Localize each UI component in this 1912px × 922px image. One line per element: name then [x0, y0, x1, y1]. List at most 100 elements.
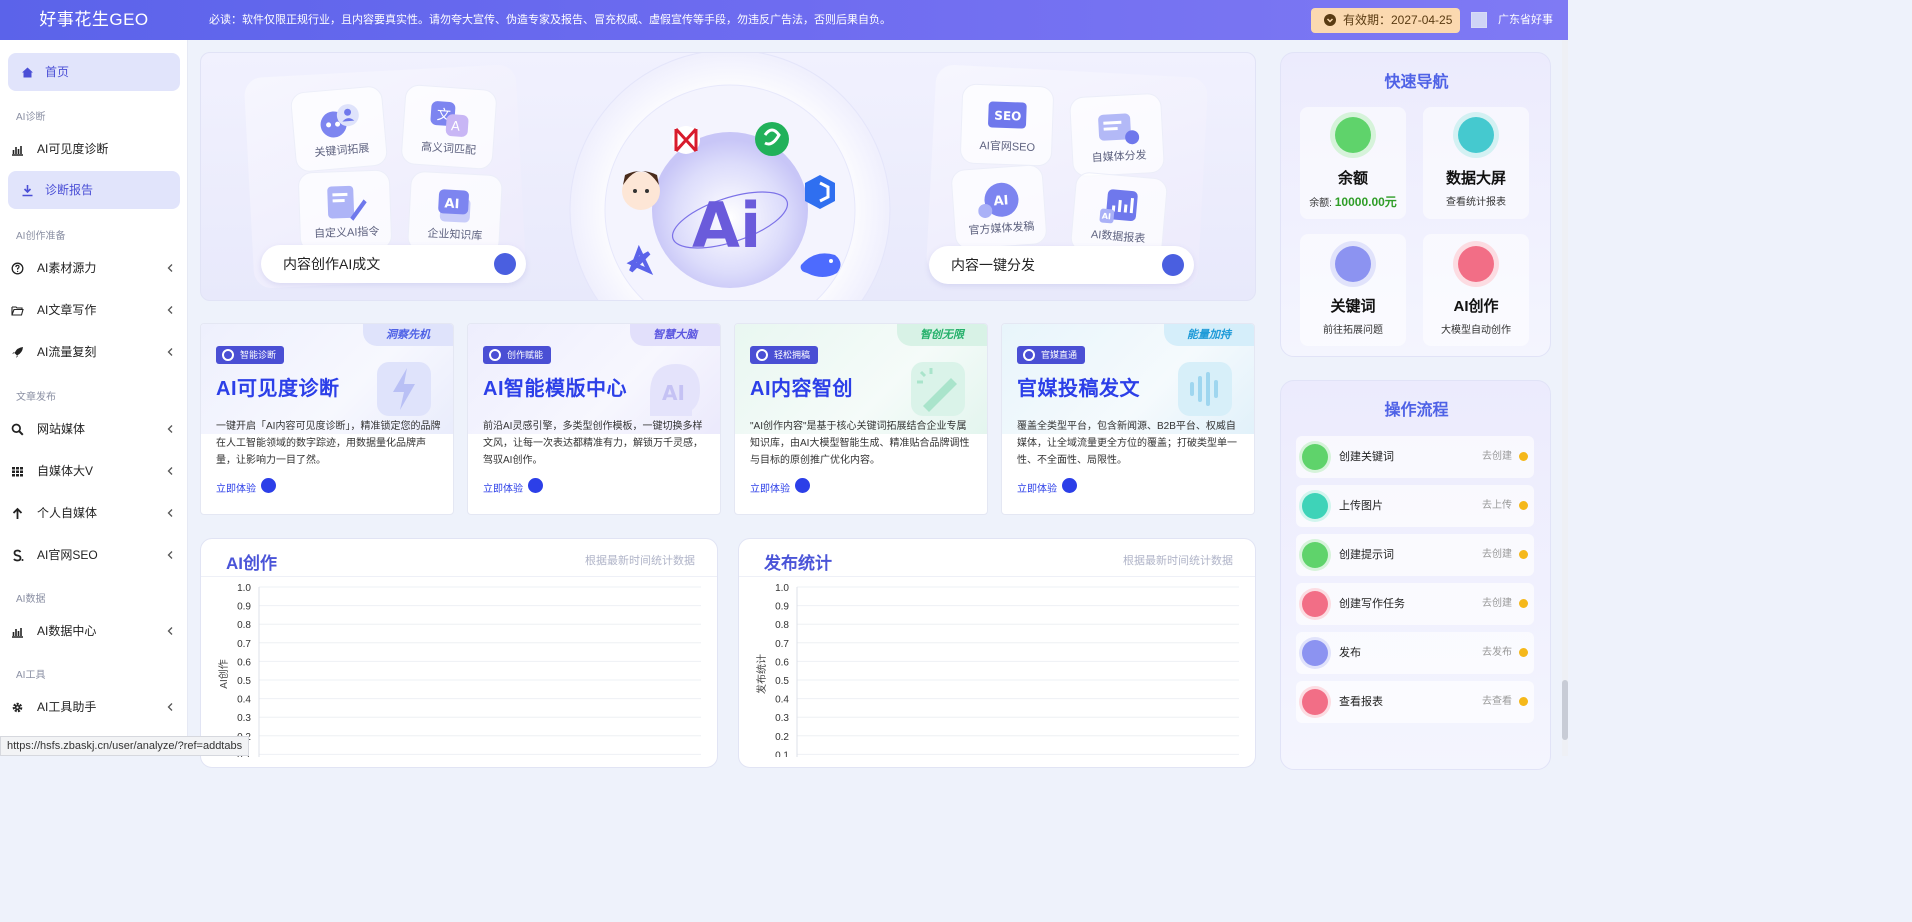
step-action[interactable]: 去创建: [1482, 534, 1512, 576]
quick-nav-ai-creation[interactable]: AI创作 大模型自动创作: [1423, 234, 1529, 346]
workflow-step-upload-image[interactable]: 上传图片 去上传: [1296, 485, 1534, 527]
sidebar-item-traffic[interactable]: AI流量复刻: [0, 333, 188, 371]
validity-text: 有效期：2027-04-25: [1343, 13, 1453, 27]
sidebar-item-self-media-v[interactable]: 自媒体大V: [0, 452, 188, 490]
sidebar-item-personal-media[interactable]: 个人自媒体: [0, 494, 188, 532]
chevron-left-icon: [167, 264, 173, 272]
sidebar-item-label: 网站媒体: [37, 422, 86, 436]
page-scrollbar[interactable]: [1562, 40, 1568, 756]
card-tag: 官媒直通: [1017, 346, 1086, 364]
sidebar-item-home[interactable]: 首页: [8, 53, 180, 91]
quick-nav-item-title: 数据大屏: [1445, 170, 1506, 187]
chart-y-tick-label: 0.4: [237, 695, 251, 706]
cloud-icon: [1335, 246, 1371, 282]
translate-icon: 文A: [430, 101, 469, 137]
tile-official-seo[interactable]: SEO AI官网SEO: [959, 83, 1055, 167]
card-try-link[interactable]: 立即体验: [216, 478, 276, 495]
sidebar-item-material[interactable]: AI素材源力: [0, 249, 188, 287]
sidebar-item-label: AI数据中心: [37, 624, 97, 638]
card-try-link[interactable]: 立即体验: [483, 478, 543, 495]
step-action[interactable]: 去上传: [1482, 485, 1512, 527]
sidebar-item-label: AI工具助手: [37, 700, 97, 714]
chart-subtitle: 根据最新时间统计数据: [1123, 555, 1233, 567]
tile-label: 自定义AI指令: [313, 225, 380, 241]
sidebar-item-site-media[interactable]: 网站媒体: [0, 410, 188, 448]
workflow-step-create-keyword[interactable]: 创建关键词 去创建: [1296, 436, 1534, 478]
tile-keyword-expand[interactable]: 关键词拓展: [289, 85, 389, 173]
sidebar-item-report[interactable]: 诊断报告: [8, 171, 180, 209]
gear-icon: [12, 702, 23, 713]
quick-nav-item-sub: 查看统计报表: [1446, 197, 1506, 208]
sidebar-item-data-center[interactable]: AI数据中心: [0, 612, 188, 650]
refresh-icon: [1023, 349, 1035, 361]
step-action[interactable]: 去发布: [1482, 632, 1512, 674]
step-label: 创建提示词: [1339, 549, 1394, 561]
feature-card-official-media[interactable]: 能量加持 官媒直通 官媒投稿发文 覆盖全类型平台，包含新闻源、B2B平台、权威自…: [1001, 323, 1255, 515]
tile-official-media-release[interactable]: AI 官方媒体发稿: [950, 163, 1048, 251]
quick-nav-data-screen[interactable]: 数据大屏 查看统计报表: [1423, 107, 1529, 219]
sidebar-item-label: 诊断报告: [45, 183, 94, 197]
sidebar-item-label: 自媒体大V: [37, 464, 94, 478]
document-icon: [1335, 117, 1371, 153]
sidebar-item-label: AI可见度诊断: [37, 142, 109, 156]
chart-plot: 1.0 0.9 0.8 0.7 0.6 0.5 0.4 0.3 0.2 0.1 发布统计: [755, 583, 1239, 757]
chart-panel-ai-creation: AI创作 根据最新时间统计数据 1.0 0.9 0.8 0.7 0.6 0.5 0.4 0.3…: [200, 538, 718, 768]
refresh-icon: [489, 349, 501, 361]
sidebar-item-seo[interactable]: AI官网SEO: [0, 536, 188, 574]
card-tag: 创作赋能: [483, 346, 552, 364]
sidebar-item-article[interactable]: AI文章写作: [0, 291, 188, 329]
chart-y-tick-label: 0.1: [775, 750, 789, 757]
chart-plot: 1.00.90.80.70.60.50.40.30.20.1AI创作: [217, 583, 701, 757]
chart-y-axis-label: AI创作: [217, 659, 230, 688]
tile-synonym-match[interactable]: 文A 高义词匹配: [400, 83, 498, 171]
step-dot-icon: [1519, 697, 1528, 706]
tile-label: AI官网SEO: [979, 140, 1036, 154]
chart-y-tick-label: 0.9: [775, 602, 789, 613]
model-logo-network-icon: [672, 126, 700, 154]
card-try-link[interactable]: 立即体验: [1017, 478, 1077, 495]
feature-card-content-creation[interactable]: 智创无限 轻松拥稿 AI内容智创 "AI创作内容"是基于核心关键词拓展结合企业专…: [734, 323, 988, 515]
svg-text:A: A: [451, 119, 461, 135]
one-click-distribution-pill[interactable]: 内容一键分发: [929, 246, 1194, 284]
card-description: "AI创作内容"是基于核心关键词拓展结合企业专属知识库，由AI大模型智能生成、精…: [750, 421, 970, 466]
content-creation-pill[interactable]: 内容创作AI成文: [261, 245, 526, 283]
workflow-step-publish[interactable]: 发布 去发布: [1296, 632, 1534, 674]
tile-custom-ai-prompt[interactable]: 自定义AI指令: [297, 169, 393, 253]
scrollbar-thumb[interactable]: [1562, 680, 1568, 740]
step-label: 创建写作任务: [1339, 598, 1405, 610]
refresh-icon: [756, 349, 768, 361]
user-name[interactable]: 广东省好事: [1498, 0, 1553, 40]
workflow-step-view-report[interactable]: 查看报表 去查看: [1296, 681, 1534, 723]
sidebar-item-visibility[interactable]: AI可见度诊断: [0, 130, 188, 168]
cloud-icon: [1302, 640, 1328, 666]
chart-y-tick-label: 0.2: [775, 732, 789, 743]
card-tag: 智能诊断: [216, 346, 285, 364]
step-action[interactable]: 去查看: [1482, 681, 1512, 723]
seo-badge-text: SEO: [994, 109, 1022, 124]
sidebar-item-label: AI文章写作: [37, 303, 97, 317]
quick-nav-balance[interactable]: 余额 余额: 10000.00元: [1300, 107, 1406, 219]
tile-label: 关键词拓展: [313, 142, 370, 160]
step-action[interactable]: 去创建: [1482, 436, 1512, 478]
workflow-step-create-prompt[interactable]: 创建提示词 去创建: [1296, 534, 1534, 576]
app-logo[interactable]: 好事花生GEO: [0, 0, 188, 40]
report-chart-icon: AI: [1099, 189, 1138, 224]
feature-card-visibility[interactable]: 洞察先机 智能诊断 AI可见度诊断 一键开启「AI内容可见度诊断」，精准锁定您的…: [200, 323, 454, 515]
basket-icon: [1458, 246, 1494, 282]
user-avatar[interactable]: [1471, 12, 1487, 28]
sidebar-item-tool-helper[interactable]: AI工具助手: [0, 688, 188, 726]
feature-card-template-center[interactable]: 智慧大脑 AI 创作赋能 AI智能模版中心 前沿AI灵感引擎，多类型创作模板，一…: [467, 323, 721, 515]
step-dot-icon: [1519, 501, 1528, 510]
basket-icon: [1302, 689, 1328, 715]
quick-nav-keyword[interactable]: 关键词 前往拓展问题: [1300, 234, 1406, 346]
doc-edit-icon: [1302, 591, 1328, 617]
folder-open-icon: [11, 306, 24, 316]
tile-self-media-distribution[interactable]: 自媒体分发: [1068, 92, 1166, 178]
workflow-step-create-writing-task[interactable]: 创建写作任务 去创建: [1296, 583, 1534, 625]
card-try-link[interactable]: 立即体验: [750, 478, 810, 495]
tile-knowledge-base[interactable]: AI 企业知识库: [406, 170, 504, 256]
step-label: 发布: [1339, 647, 1361, 659]
chevron-left-icon: [167, 703, 173, 711]
sitemap-icon: [1162, 254, 1184, 276]
step-action[interactable]: 去创建: [1482, 583, 1512, 625]
